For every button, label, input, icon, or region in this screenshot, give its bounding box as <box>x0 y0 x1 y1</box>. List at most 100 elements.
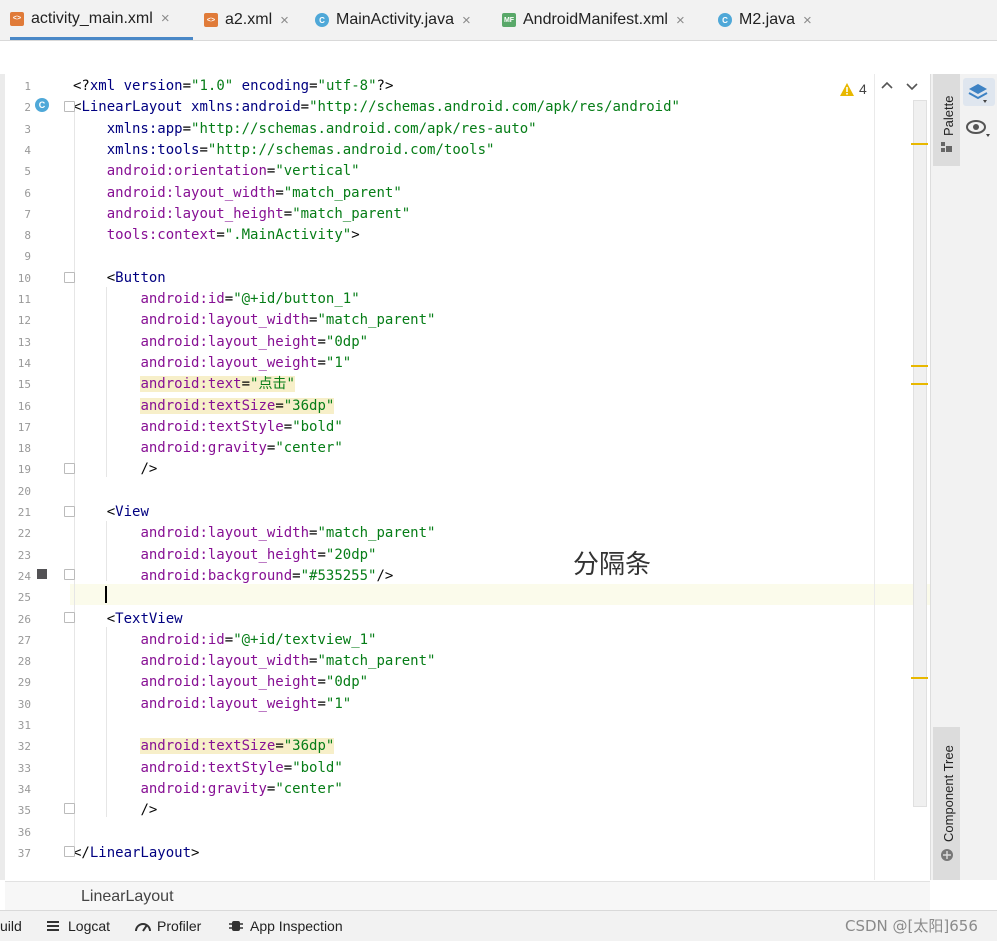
editor-scrollbar[interactable] <box>913 100 927 807</box>
code-line[interactable]: android:layout_height="match_parent" <box>73 204 410 225</box>
warning-icon <box>840 82 854 96</box>
close-icon[interactable]: × <box>676 12 685 29</box>
line-number: 28 <box>17 655 31 669</box>
code-line[interactable]: android:layout_width="match_parent" <box>73 310 435 331</box>
text-caret <box>105 586 107 603</box>
chevron-down-icon <box>906 83 918 91</box>
code-line[interactable]: android:gravity="center" <box>73 438 342 459</box>
code-line[interactable]: android:textStyle="bold" <box>73 758 342 779</box>
build-tool-button[interactable]: uild <box>0 911 22 941</box>
code-line[interactable]: android:textSize="36dp" <box>73 736 335 757</box>
tool-label: Profiler <box>157 918 202 934</box>
logcat-tool-button[interactable]: Logcat <box>46 911 110 941</box>
previous-highlight-button[interactable] <box>880 79 894 96</box>
component-tree-label: Component Tree <box>941 745 956 842</box>
warning-marker[interactable] <box>911 365 928 367</box>
fold-marker[interactable] <box>64 101 75 112</box>
layers-icon <box>968 84 988 103</box>
code-line[interactable]: xmlns:app="http://schemas.android.com/ap… <box>73 119 537 140</box>
code-line[interactable]: xmlns:tools="http://schemas.android.com/… <box>73 140 495 161</box>
code-line[interactable]: android:orientation="vertical" <box>73 161 360 182</box>
code-line[interactable]: android:layout_width="match_parent" <box>73 523 435 544</box>
code-line[interactable]: tools:context=".MainActivity"> <box>73 225 360 246</box>
tab-a2-xml[interactable]: <> a2.xml × <box>204 0 289 40</box>
class-gutter-icon[interactable]: C <box>35 98 49 112</box>
line-number: 32 <box>17 740 31 754</box>
line-number: 27 <box>17 633 31 647</box>
java-class-icon: C <box>718 13 732 27</box>
code-line[interactable]: android:layout_width="match_parent" <box>73 651 435 672</box>
close-icon[interactable]: × <box>803 12 812 29</box>
fold-marker[interactable] <box>64 272 75 283</box>
code-line[interactable]: android:layout_weight="1" <box>73 694 351 715</box>
line-number: 35 <box>17 804 31 818</box>
palette-tab[interactable]: Palette <box>933 74 960 166</box>
code-line[interactable]: android:layout_height="0dp" <box>73 672 368 693</box>
code-line[interactable]: <View <box>73 502 149 523</box>
profiler-tool-button[interactable]: Profiler <box>134 911 201 941</box>
line-number: 30 <box>17 697 31 711</box>
line-number: 6 <box>24 186 31 200</box>
code-line[interactable]: </LinearLayout> <box>73 843 199 864</box>
tab-activity-main-xml[interactable]: <> activity_main.xml × <box>10 0 193 40</box>
line-number: 9 <box>24 250 31 264</box>
line-number: 1 <box>24 80 31 93</box>
chevron-up-icon <box>881 81 893 89</box>
component-tree-tab[interactable]: Component Tree <box>933 727 960 880</box>
code-line[interactable]: android:layout_height="0dp" <box>73 332 368 353</box>
fold-marker[interactable] <box>64 612 75 623</box>
warnings-indicator[interactable]: 4 <box>840 81 867 97</box>
next-highlight-button[interactable] <box>905 79 919 96</box>
code-line[interactable]: android:layout_height="20dp" <box>73 545 376 566</box>
code-line[interactable]: <?xml version="1.0" encoding="utf-8"?> <box>73 76 393 97</box>
fold-marker[interactable] <box>64 569 75 580</box>
code-line[interactable]: android:background="#535255"/> <box>73 566 393 587</box>
code-line[interactable]: /> <box>73 459 157 480</box>
tab-androidmanifest-xml[interactable]: MF AndroidManifest.xml × <box>502 0 685 40</box>
line-number: 14 <box>17 356 31 370</box>
warning-marker[interactable] <box>911 677 928 679</box>
xml-file-icon: <> <box>204 13 218 27</box>
warning-marker[interactable] <box>911 143 928 145</box>
code-line[interactable]: android:gravity="center" <box>73 779 342 800</box>
fold-marker[interactable] <box>64 846 75 857</box>
bottom-tool-bar: uild Logcat Profiler App Inspection CSDN… <box>0 910 997 941</box>
tab-label: M2.java <box>739 11 796 28</box>
close-icon[interactable]: × <box>462 12 471 29</box>
code-line[interactable]: android:layout_width="match_parent" <box>73 183 402 204</box>
code-line[interactable]: /> <box>73 800 157 821</box>
code-editor[interactable]: 1 2 3 4 5 6 7 8 9 10 11 12 13 14 15 16 17 18 19 20 21 22 23 24 2… <box>5 74 930 880</box>
code-line[interactable]: android:textSize="36dp" <box>73 396 335 417</box>
code-line[interactable]: android:id="@+id/textview_1" <box>73 630 376 651</box>
tab-mainactivity-java[interactable]: C MainActivity.java × <box>315 0 471 40</box>
breadcrumb-item[interactable]: LinearLayout <box>81 888 174 906</box>
line-number: 8 <box>24 229 31 243</box>
color-swatch-icon[interactable] <box>37 569 47 579</box>
design-mode-button[interactable] <box>963 78 995 106</box>
warning-marker[interactable] <box>911 383 928 385</box>
close-icon[interactable]: × <box>280 12 289 29</box>
eye-icon <box>966 120 990 137</box>
fold-marker[interactable] <box>64 506 75 517</box>
close-icon[interactable]: × <box>161 10 170 27</box>
code-line[interactable]: android:id="@+id/button_1" <box>73 289 359 310</box>
code-line[interactable]: android:textStyle="bold" <box>73 417 342 438</box>
indent-guide <box>106 521 107 581</box>
fold-marker[interactable] <box>64 463 75 474</box>
code-line[interactable]: android:layout_weight="1" <box>73 353 351 374</box>
code-line[interactable]: <TextView <box>73 609 183 630</box>
fold-marker[interactable] <box>64 803 75 814</box>
line-number: 3 <box>24 122 31 136</box>
line-number: 10 <box>17 271 31 285</box>
line-number: 24 <box>17 569 31 583</box>
app-inspection-tool-button[interactable]: App Inspection <box>228 911 343 941</box>
view-options-button[interactable] <box>965 116 995 140</box>
palette-label: Palette <box>941 95 956 136</box>
code-line[interactable]: <Button <box>73 268 166 289</box>
tool-label: Logcat <box>68 918 111 934</box>
line-number: 21 <box>17 506 31 519</box>
tab-m2-java[interactable]: C M2.java × <box>718 0 812 40</box>
line-number: 18 <box>17 442 31 456</box>
code-line[interactable]: <LinearLayout xmlns:android="http://sche… <box>73 97 680 118</box>
tool-label: uild <box>0 918 22 934</box>
